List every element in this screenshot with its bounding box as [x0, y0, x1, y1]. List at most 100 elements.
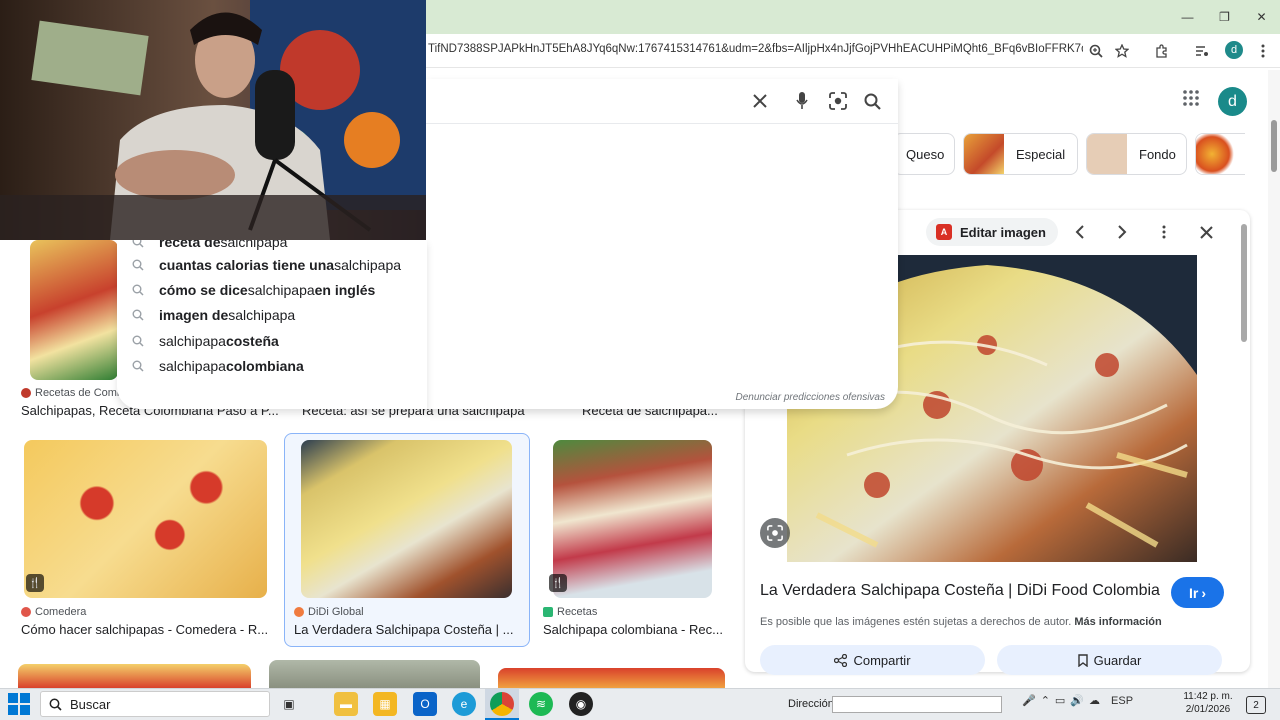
- search-icon: [117, 360, 159, 372]
- share-button[interactable]: Compartir: [760, 645, 985, 675]
- profile-icon[interactable]: d: [1225, 41, 1243, 59]
- taskbar-search[interactable]: Buscar: [40, 691, 270, 717]
- result-image[interactable]: [498, 668, 725, 688]
- bookmark-icon: [1077, 653, 1088, 667]
- minimize-button[interactable]: —: [1169, 0, 1206, 34]
- result-title[interactable]: Cómo hacer salchipapas - Comedera - R...: [21, 622, 271, 637]
- task-view-icon[interactable]: ▣: [277, 692, 301, 716]
- source-name: Recetas: [557, 606, 598, 618]
- result-image[interactable]: [30, 240, 118, 380]
- preview-title[interactable]: La Verdadera Salchipapa Costeña | DiDi F…: [760, 582, 1160, 600]
- suggestion-text: salchipapa: [159, 358, 226, 375]
- more-info-link[interactable]: Más información: [1074, 616, 1161, 628]
- chip-thumbnail: [1087, 134, 1127, 174]
- menu-icon[interactable]: [1252, 40, 1274, 62]
- zoom-icon[interactable]: [1085, 40, 1107, 62]
- chip-thumbnail: [964, 134, 1004, 174]
- result-image[interactable]: [553, 440, 712, 598]
- source-favicon: [543, 607, 553, 617]
- edge-icon[interactable]: e: [452, 692, 476, 716]
- source-favicon: [294, 607, 304, 617]
- suggestion-item[interactable]: cuantas calorias tiene una salchipapa: [117, 252, 897, 277]
- chip-especial[interactable]: Especial: [963, 133, 1078, 175]
- suggestion-item[interactable]: imagen de salchipapa: [117, 303, 897, 328]
- store-icon[interactable]: ▦: [373, 692, 397, 716]
- chip-label: Especial: [1016, 146, 1066, 162]
- chip-queso[interactable]: Queso: [893, 133, 955, 175]
- lens-search-icon[interactable]: [827, 90, 849, 112]
- result-title[interactable]: La Verdadera Salchipapa Costeña | ...: [294, 622, 519, 637]
- search-icon[interactable]: [861, 90, 883, 112]
- close-panel-icon[interactable]: [1195, 221, 1217, 243]
- result-title[interactable]: Salchipapa colombiana - Rec...: [543, 622, 723, 637]
- share-icon: [834, 653, 848, 667]
- notification-center-icon[interactable]: 2: [1246, 696, 1266, 714]
- result-image[interactable]: [24, 440, 267, 598]
- extensions-icon[interactable]: [1151, 40, 1173, 62]
- visit-button[interactable]: Ir ›: [1171, 577, 1224, 608]
- panel-scrollbar-thumb[interactable]: [1241, 224, 1247, 342]
- language-indicator[interactable]: ESP: [1111, 695, 1133, 707]
- clock-date: 2/01/2026: [1185, 704, 1231, 715]
- maximize-button[interactable]: ❐: [1206, 0, 1243, 34]
- chip-more[interactable]: [1195, 133, 1245, 175]
- system-tray: 🎤 ⌃ ▭ 🔊 ☁ ESP: [1022, 694, 1133, 708]
- edit-image-label: Editar imagen: [960, 224, 1046, 240]
- windows-start-icon[interactable]: [6, 692, 32, 716]
- source-name: Recetas de Comi: [35, 387, 120, 399]
- recipe-icon: 🍴: [26, 574, 44, 592]
- chevron-right-icon[interactable]: [1111, 221, 1133, 243]
- more-options-icon[interactable]: [1153, 221, 1175, 243]
- clock-time: 11:42 p. m.: [1183, 691, 1233, 702]
- address-bar[interactable]: TifND7388SPJAPkHnJT5EhA8JYq6qNw:17674153…: [428, 43, 1083, 59]
- chip-thumbnail: [1196, 134, 1236, 174]
- source-name: Comedera: [35, 606, 87, 618]
- network-icon[interactable]: ▭: [1055, 694, 1065, 707]
- taskbar-search-label: Buscar: [70, 696, 111, 712]
- search-icon: [49, 698, 62, 711]
- chevron-left-icon[interactable]: [1069, 221, 1091, 243]
- result-image[interactable]: [18, 664, 251, 688]
- save-label: Guardar: [1093, 652, 1142, 668]
- search-icon: [117, 335, 159, 347]
- apps-grid-icon[interactable]: [1183, 90, 1205, 112]
- suggestion-item[interactable]: salchipapa costeña: [117, 328, 897, 353]
- suggestion-bold-suffix: colombiana: [225, 358, 304, 375]
- source-favicon: [21, 388, 31, 398]
- volume-icon[interactable]: 🔊: [1070, 694, 1084, 707]
- chip-label: Queso: [906, 146, 945, 162]
- copyright-text: Es posible que las imágenes estén sujeta…: [760, 616, 1072, 628]
- close-window-button[interactable]: ✕: [1243, 0, 1280, 34]
- result-image[interactable]: [269, 660, 480, 688]
- suggestion-item[interactable]: salchipapa colombiana: [117, 354, 897, 379]
- address-toolbar-input[interactable]: [832, 696, 1002, 713]
- recipe-icon: 🍴: [549, 574, 567, 592]
- mic-tray-icon[interactable]: 🎤: [1022, 694, 1036, 707]
- window-controls: — ❐ ✕: [1169, 0, 1280, 34]
- edit-image-button[interactable]: A Editar imagen: [926, 218, 1058, 246]
- star-icon[interactable]: [1111, 40, 1133, 62]
- suggestion-item[interactable]: cómo se dice salchipapa en inglés: [117, 277, 897, 302]
- result-image[interactable]: [301, 440, 512, 598]
- page-scrollbar-thumb[interactable]: [1271, 120, 1277, 172]
- cloud-icon[interactable]: ☁: [1089, 694, 1100, 707]
- microphone-icon[interactable]: [791, 90, 813, 112]
- spotify-icon[interactable]: ≋: [529, 692, 553, 716]
- suggestion-bold-suffix: costeña: [225, 332, 279, 349]
- chip-fondo[interactable]: Fondo: [1086, 133, 1187, 175]
- source-name: DiDi Global: [308, 606, 364, 618]
- visual-search-button[interactable]: [760, 518, 790, 548]
- account-avatar[interactable]: d: [1218, 87, 1247, 116]
- report-predictions-link[interactable]: Denunciar predicciones ofensivas: [700, 392, 885, 403]
- chevron-right-icon: ›: [1201, 584, 1206, 601]
- obs-icon[interactable]: ◉: [569, 692, 593, 716]
- chrome-icon[interactable]: [490, 692, 514, 716]
- clear-search-icon[interactable]: [749, 90, 771, 112]
- search-suggestions: receta de salchipapa cuantas calorias ti…: [117, 232, 897, 379]
- outlook-icon[interactable]: O: [413, 692, 437, 716]
- taskbar-clock[interactable]: 11:42 p. m. 2/01/2026: [1180, 690, 1236, 716]
- save-button[interactable]: Guardar: [997, 645, 1222, 675]
- chevron-up-icon[interactable]: ⌃: [1041, 694, 1050, 707]
- file-explorer-icon[interactable]: ▬: [334, 692, 358, 716]
- media-icon[interactable]: [1191, 40, 1213, 62]
